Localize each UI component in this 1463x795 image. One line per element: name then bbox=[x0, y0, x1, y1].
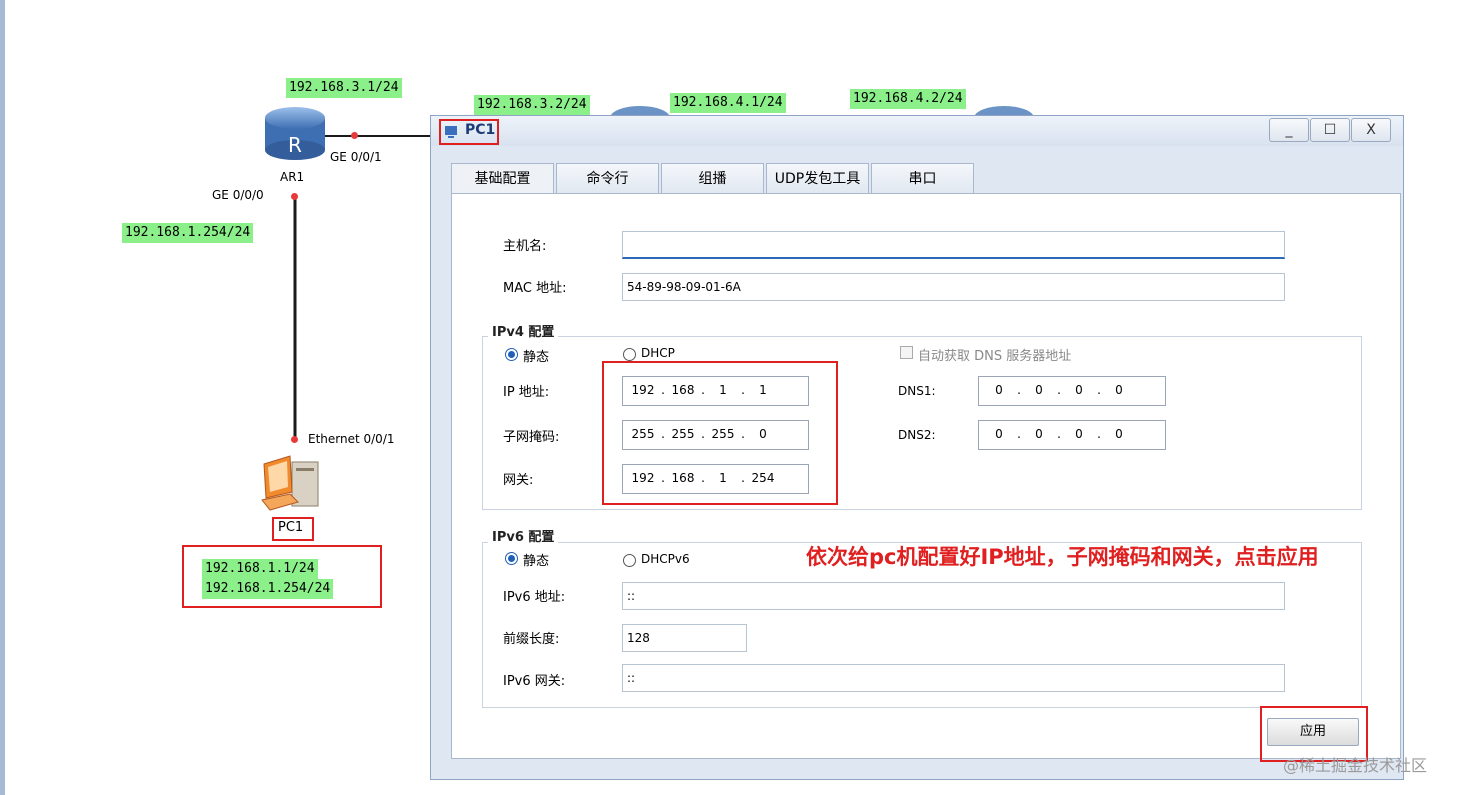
pc-name: PC1 bbox=[278, 520, 304, 535]
dns1-input[interactable]: 0 . 0 . 0 . 0 bbox=[978, 376, 1166, 406]
label-pc1-gw: 192.168.1.254/24 bbox=[202, 579, 334, 599]
instruction-annotation: 依次给pc机配置好IP地址，子网掩码和网关，点击应用 bbox=[806, 545, 1319, 569]
ipv6-dhcp-radio[interactable] bbox=[623, 554, 636, 567]
port-dot-ge000 bbox=[291, 193, 298, 200]
auto-dns-label: 自动获取 DNS 服务器地址 bbox=[918, 349, 1072, 364]
hostname-label: 主机名: bbox=[503, 239, 547, 254]
ipv4-static-label: 静态 bbox=[523, 350, 550, 365]
mask-label: 子网掩码: bbox=[503, 430, 560, 445]
label-r2-ip-right: 192.168.4.1/24 bbox=[670, 93, 786, 113]
tab-udp-tool[interactable]: UDP发包工具 bbox=[766, 163, 869, 193]
ipv6-static-radio[interactable] bbox=[505, 552, 518, 565]
ipv4-group-title: IPv4 配置 bbox=[488, 321, 559, 340]
router-icon-ar1[interactable]: R bbox=[262, 104, 328, 162]
prefix-input[interactable]: 128 bbox=[622, 624, 747, 652]
ipv6-static-label: 静态 bbox=[523, 554, 550, 569]
watermark: @稀土掘金技术社区 bbox=[1283, 756, 1428, 775]
port-dot-eth bbox=[291, 436, 298, 443]
router-glyph: R bbox=[288, 133, 302, 157]
tab-multicast[interactable]: 组播 bbox=[661, 163, 764, 193]
tab-basic-config[interactable]: 基础配置 bbox=[451, 163, 554, 195]
gateway-label: 网关: bbox=[503, 473, 534, 488]
port-label-ge000: GE 0/0/0 bbox=[212, 188, 264, 202]
ipv6-addr-label: IPv6 地址: bbox=[503, 590, 566, 605]
window-title-highlight bbox=[439, 119, 499, 145]
dns2-octet-3: 0 bbox=[1075, 427, 1083, 441]
close-button[interactable]: X bbox=[1351, 118, 1391, 142]
pc-icon[interactable] bbox=[258, 452, 328, 514]
topology-links bbox=[293, 135, 432, 440]
ipv6-gw-input[interactable]: :: bbox=[622, 664, 1285, 692]
window-client: 基础配置 命令行 组播 UDP发包工具 串口 主机名: MAC 地址: 54-8… bbox=[451, 163, 1403, 762]
ipv6-group-title: IPv6 配置 bbox=[488, 526, 559, 545]
dns2-label: DNS2: bbox=[898, 428, 936, 442]
port-label-ge001: GE 0/0/1 bbox=[330, 150, 382, 164]
ipv4-dhcp-radio[interactable] bbox=[623, 348, 636, 361]
dns1-octet-1: 0 bbox=[995, 383, 1003, 397]
label-r3-ip: 192.168.4.2/24 bbox=[850, 89, 966, 109]
dns2-octet-2: 0 bbox=[1035, 427, 1043, 441]
label-pc1-ip: 192.168.1.1/24 bbox=[202, 559, 318, 579]
dns2-input[interactable]: 0 . 0 . 0 . 0 bbox=[978, 420, 1166, 450]
tab-serial[interactable]: 串口 bbox=[871, 163, 974, 193]
ipv6-addr-input[interactable]: :: bbox=[622, 582, 1285, 610]
dns2-octet-1: 0 bbox=[995, 427, 1003, 441]
window-titlebar[interactable]: PC1 _ ☐ X bbox=[431, 116, 1403, 146]
tab-command-line[interactable]: 命令行 bbox=[556, 163, 659, 193]
pc1-config-window: PC1 _ ☐ X 基础配置 命令行 组播 UDP发包工具 串口 主机名: MA… bbox=[430, 115, 1404, 780]
dns2-octet-4: 0 bbox=[1115, 427, 1123, 441]
ipv4-dhcp-label: DHCP bbox=[641, 346, 675, 360]
router-name: AR1 bbox=[280, 170, 305, 184]
dns1-label: DNS1: bbox=[898, 384, 936, 398]
dns1-octet-3: 0 bbox=[1075, 383, 1083, 397]
auto-dns-checkbox[interactable] bbox=[900, 346, 913, 359]
ipv6-gw-label: IPv6 网关: bbox=[503, 674, 566, 689]
port-dot-ge001 bbox=[351, 132, 358, 139]
prefix-label: 前缀长度: bbox=[503, 632, 560, 647]
hostname-input[interactable] bbox=[622, 231, 1285, 259]
minimize-button[interactable]: _ bbox=[1269, 118, 1309, 142]
ipv6-dhcp-label: DHCPv6 bbox=[641, 552, 690, 566]
mac-label: MAC 地址: bbox=[503, 281, 567, 296]
port-label-eth: Ethernet 0/0/1 bbox=[308, 432, 395, 446]
label-r1-ge001-ip: 192.168.3.1/24 bbox=[286, 78, 402, 98]
maximize-button[interactable]: ☐ bbox=[1310, 118, 1350, 142]
ip-label: IP 地址: bbox=[503, 385, 550, 400]
basic-config-panel: 主机名: MAC 地址: 54-89-98-09-01-6A IPv4 配置 静… bbox=[451, 193, 1401, 762]
mac-field: 54-89-98-09-01-6A bbox=[622, 273, 1285, 301]
label-r1-ge000-ip: 192.168.1.254/24 bbox=[122, 223, 254, 243]
ipv4-fields-highlight bbox=[602, 361, 838, 505]
ipv4-static-radio[interactable] bbox=[505, 348, 518, 361]
label-r2-ip-left: 192.168.3.2/24 bbox=[474, 95, 590, 115]
dns1-octet-4: 0 bbox=[1115, 383, 1123, 397]
dns1-octet-2: 0 bbox=[1035, 383, 1043, 397]
